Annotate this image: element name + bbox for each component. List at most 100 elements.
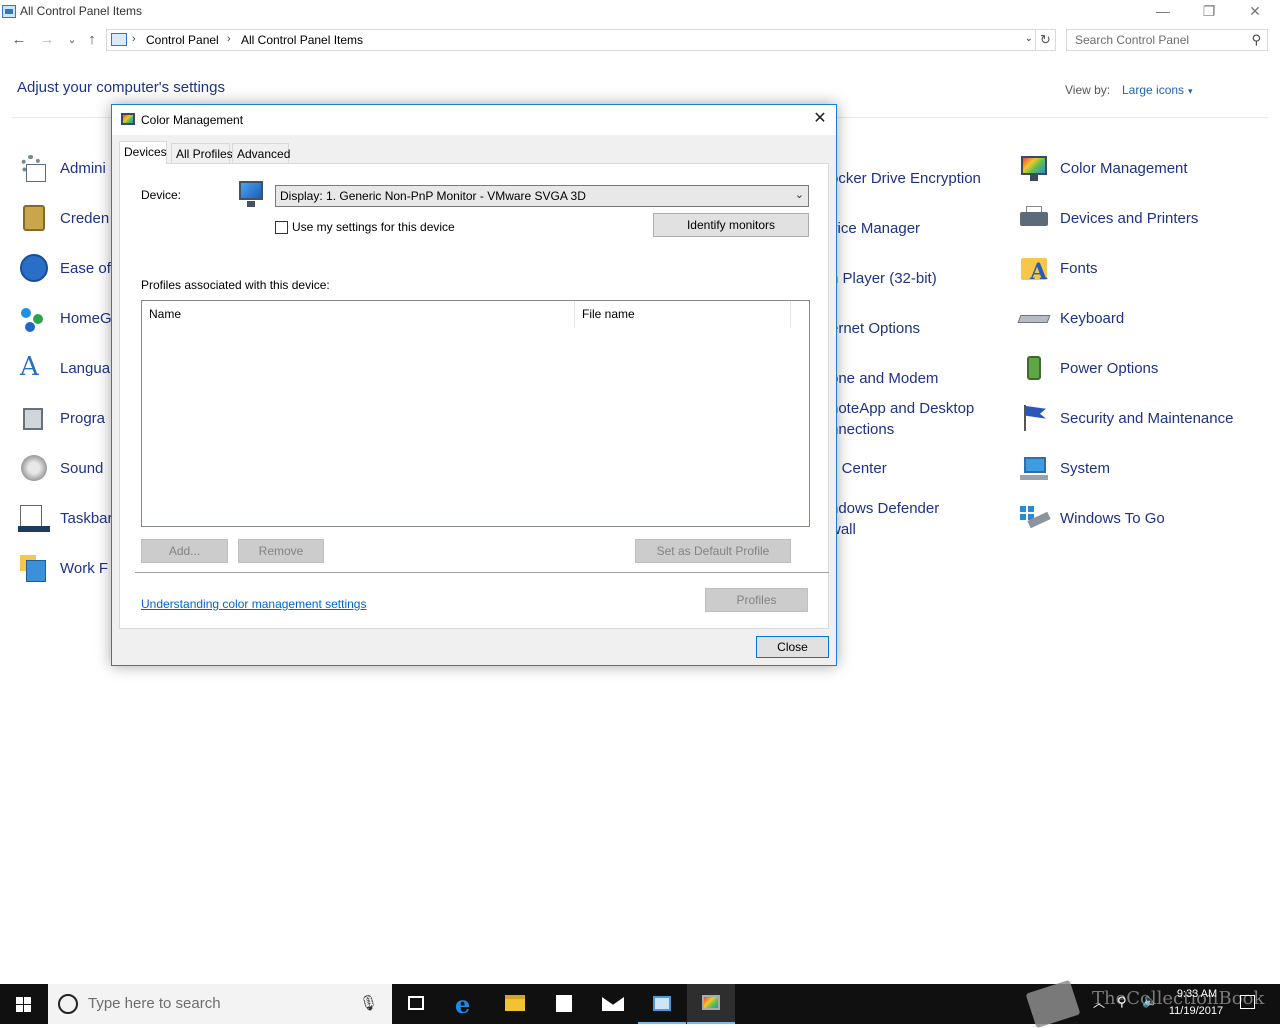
restore-button[interactable]: ❐ <box>1186 0 1232 24</box>
view-by-value: Large icons <box>1122 83 1185 97</box>
programs-icon <box>18 402 50 434</box>
search-placeholder: Search Control Panel <box>1075 33 1190 47</box>
network-icon[interactable]: ⚲ <box>1117 994 1127 1010</box>
tab-all-profiles[interactable]: All Profiles <box>171 143 233 163</box>
cp-item-sound[interactable]: Sound <box>18 448 103 488</box>
cp-item-ease-of-access[interactable]: Ease of <box>18 248 111 288</box>
taskbar-search-box[interactable]: Type here to search 🎙 <box>48 984 392 1024</box>
windows-logo-icon <box>16 997 31 1012</box>
cp-item-taskbar[interactable]: Taskbar <box>18 498 113 538</box>
cp-item-system[interactable]: System <box>1018 448 1110 488</box>
cp-item-homegroup[interactable]: HomeG <box>18 298 112 338</box>
column-header-name[interactable]: Name <box>142 301 575 327</box>
cp-item-devices-and-printers[interactable]: Devices and Printers <box>1018 198 1198 238</box>
window-title: All Control Panel Items <box>20 4 143 18</box>
cp-item-windows-to-go[interactable]: Windows To Go <box>1018 498 1165 538</box>
cortana-icon <box>58 994 78 1014</box>
cp-item-remoteapp[interactable]: noteApp and Desktop nnections <box>830 398 974 442</box>
use-my-settings-checkbox[interactable] <box>275 220 288 234</box>
cp-item-color-management[interactable]: Color Management <box>1018 148 1188 188</box>
use-my-settings-row: Use my settings for this device <box>275 219 455 235</box>
color-management-dialog: Color Management ✕ Devices All Profiles … <box>111 104 837 666</box>
cp-item-windows-defender-firewall[interactable]: ndows Defender wall <box>830 498 939 542</box>
cp-item-bitlocker[interactable]: ocker Drive Encryption <box>830 158 981 198</box>
action-center-icon[interactable] <box>1240 995 1255 1009</box>
cp-item-credential-manager[interactable]: Creden <box>18 198 109 238</box>
address-bar[interactable]: › Control Panel › All Control Panel Item… <box>106 29 1036 51</box>
caret-down-icon: ▾ <box>1188 86 1193 96</box>
cp-item-label: c Center <box>830 459 887 477</box>
up-button[interactable]: ↑ <box>82 30 102 50</box>
flag-icon <box>1018 402 1050 434</box>
view-by-dropdown[interactable]: Large icons ▾ <box>1122 83 1193 97</box>
breadcrumb-control-panel[interactable]: Control Panel <box>146 33 219 47</box>
fonts-icon: A <box>1018 252 1050 285</box>
back-button[interactable]: ← <box>9 30 29 50</box>
minimize-button[interactable]: — <box>1140 0 1186 24</box>
tab-advanced[interactable]: Advanced <box>232 143 290 163</box>
color-management-taskbar-button[interactable] <box>687 984 735 1024</box>
color-management-icon <box>1018 152 1050 184</box>
store-icon <box>556 995 572 1012</box>
clock-time[interactable]: 9:33 AM <box>1168 988 1226 1000</box>
file-explorer-button[interactable] <box>491 984 539 1024</box>
cp-item-flash-player[interactable]: h Player (32-bit) <box>830 258 937 298</box>
book-watermark-icon <box>1025 979 1081 1028</box>
cp-item-label: one and Modem <box>830 369 939 387</box>
cp-item-label: ernet Options <box>830 319 921 337</box>
chevron-down-icon[interactable]: ⌄ <box>1025 33 1033 44</box>
cp-item-label: Progra <box>60 409 106 427</box>
volume-icon[interactable]: 🔈 <box>1142 993 1158 1009</box>
edge-button[interactable]: e <box>442 984 490 1024</box>
cp-item-phone-and-modem[interactable]: one and Modem <box>830 358 938 398</box>
set-default-profile-button[interactable]: Set as Default Profile <box>635 539 791 563</box>
cp-item-programs[interactable]: Progra <box>18 398 105 438</box>
close-window-button[interactable]: ✕ <box>1232 0 1278 24</box>
remove-button[interactable]: Remove <box>238 539 324 563</box>
cp-item-device-manager[interactable]: vice Manager <box>830 208 920 248</box>
tab-devices[interactable]: Devices <box>119 141 167 164</box>
edge-icon: e <box>455 990 471 1019</box>
profiles-list[interactable]: Name File name <box>141 300 810 527</box>
add-button[interactable]: Add... <box>141 539 228 563</box>
cp-item-internet-options[interactable]: ernet Options <box>830 308 920 348</box>
cp-item-administrative-tools[interactable]: Admini <box>18 148 106 188</box>
keyboard-icon <box>1017 302 1051 334</box>
mail-button[interactable] <box>589 984 637 1024</box>
cp-item-keyboard[interactable]: Keyboard <box>1017 298 1124 338</box>
profiles-button[interactable]: Profiles <box>705 588 808 612</box>
use-my-settings-label[interactable]: Use my settings for this device <box>292 220 455 234</box>
forward-button[interactable]: → <box>37 30 57 50</box>
control-panel-icon <box>653 996 671 1011</box>
divider <box>135 572 829 573</box>
cp-item-security-and-maintenance[interactable]: Security and Maintenance <box>1018 398 1233 438</box>
cp-item-label: h Player (32-bit) <box>830 269 937 287</box>
cp-item-language[interactable]: A Langua <box>18 348 110 388</box>
cp-item-sync-center[interactable]: c Center <box>830 448 887 488</box>
windows-to-go-icon <box>1018 502 1051 534</box>
control-panel-taskbar-button[interactable] <box>638 984 686 1024</box>
refresh-button[interactable]: ↻ <box>1036 29 1056 51</box>
clock-date[interactable]: 11/19/2017 <box>1164 1005 1228 1017</box>
column-header-file-name[interactable]: File name <box>575 301 791 327</box>
dialog-close-icon[interactable]: ✕ <box>804 105 836 135</box>
show-hidden-icons-button[interactable]: ︿ <box>1093 994 1105 1011</box>
taskbar-search-placeholder: Type here to search <box>88 995 221 1012</box>
device-select[interactable]: Display: 1. Generic Non-PnP Monitor - VM… <box>275 185 809 207</box>
cp-item-label: Fonts <box>1060 259 1098 277</box>
cp-item-fonts[interactable]: A Fonts <box>1018 248 1098 288</box>
cp-item-power-options[interactable]: Power Options <box>1018 348 1158 388</box>
color-management-icon <box>702 995 720 1010</box>
cp-item-work-folders[interactable]: Work F <box>18 548 108 588</box>
identify-monitors-button[interactable]: Identify monitors <box>653 213 809 237</box>
recent-locations-button[interactable]: ⌄ <box>62 30 82 50</box>
close-button[interactable]: Close <box>756 636 829 658</box>
taskbar-icon <box>18 502 50 534</box>
search-input[interactable]: Search Control Panel ⚲ <box>1066 29 1268 51</box>
breadcrumb-all-items[interactable]: All Control Panel Items <box>241 33 363 47</box>
task-view-button[interactable] <box>392 984 440 1024</box>
store-button[interactable] <box>540 984 588 1024</box>
color-management-help-link[interactable]: Understanding color management settings <box>141 597 366 611</box>
microphone-icon[interactable]: 🎙 <box>359 994 378 1012</box>
start-button[interactable] <box>0 984 48 1024</box>
